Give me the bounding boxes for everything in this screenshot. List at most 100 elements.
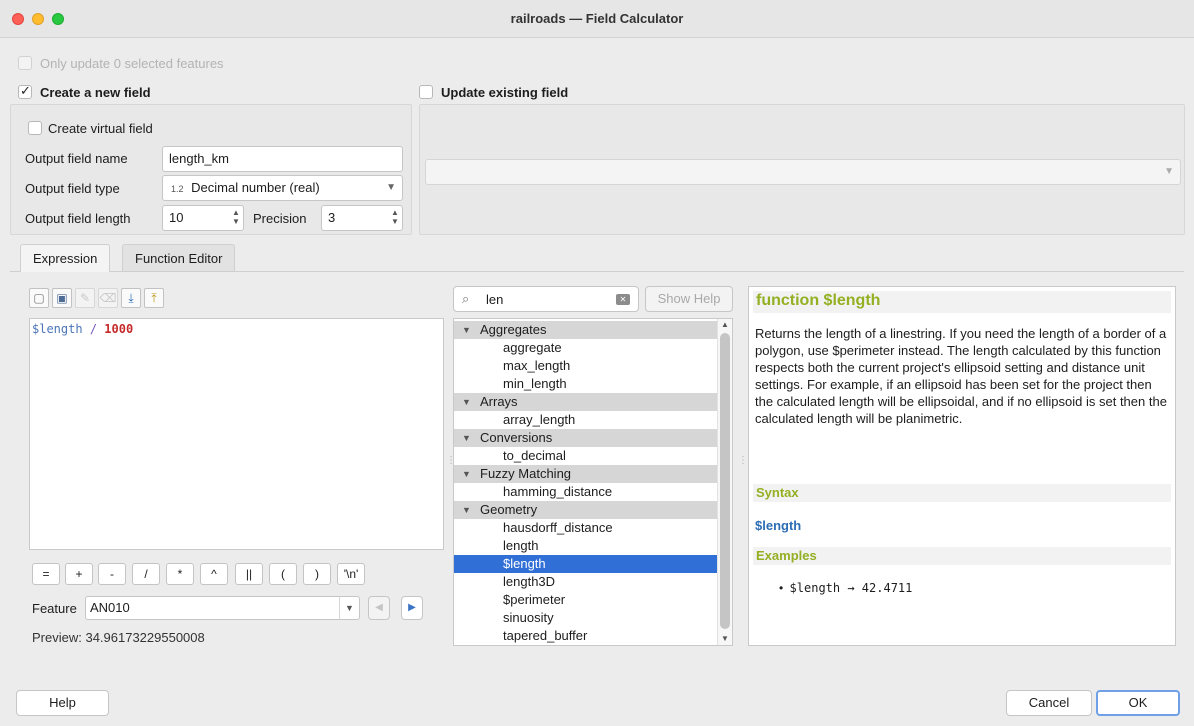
operator-equals-button[interactable]: = [32, 563, 60, 585]
title-bar: railroads — Field Calculator [0, 0, 1194, 38]
expand-arrow-icon[interactable]: ▼ [462, 393, 471, 411]
output-field-name-input[interactable]: length_km [162, 146, 403, 172]
tree-scrollbar[interactable]: ▲ ▼ [717, 319, 732, 645]
expand-arrow-icon[interactable]: ▼ [462, 321, 471, 339]
bullet-icon: • [779, 581, 784, 595]
operator-multiply-button[interactable]: * [166, 563, 194, 585]
output-field-type-label: Output field type [25, 181, 120, 196]
output-field-type-combo[interactable]: 1.2 Decimal number (real) ▼ [162, 175, 403, 201]
syntax-text: $length [755, 518, 802, 533]
tree-row-label: array_length [503, 412, 576, 427]
function-tree[interactable]: ▼ Aggregates aggregate max_length min_length… [453, 318, 733, 646]
operator-power-button[interactable]: ^ [200, 563, 228, 585]
precision-label: Precision [253, 211, 307, 226]
update-existing-field-checkbox[interactable] [419, 85, 433, 99]
tree-function-row[interactable]: length [454, 537, 718, 555]
tab-expression[interactable]: Expression [20, 244, 111, 272]
existing-field-combo[interactable]: ▼ [425, 159, 1181, 185]
operator-divide-button[interactable]: / [132, 563, 160, 585]
expression-variable: $length [32, 322, 83, 336]
chevron-down-icon[interactable]: ▼ [339, 597, 359, 619]
operator-close-paren-button[interactable]: ) [303, 563, 331, 585]
operator-concat-button[interactable]: || [235, 563, 263, 585]
delete-icon[interactable]: ⌫ [98, 288, 118, 308]
help-title: function $length [756, 292, 881, 309]
only-update-selected-checkbox[interactable] [18, 56, 32, 70]
create-virtual-field-checkbox[interactable] [28, 121, 42, 135]
previous-feature-button[interactable]: ◀ [368, 596, 390, 620]
spin-arrows-icon[interactable]: ▲ ▼ [389, 208, 401, 228]
tree-function-row[interactable]: min_length [454, 375, 718, 393]
syntax-header-bar: Syntax [753, 484, 1171, 502]
create-new-field-checkbox[interactable] [18, 83, 32, 99]
output-field-name-label: Output field name [25, 151, 128, 166]
cancel-button[interactable]: Cancel [1006, 690, 1092, 716]
tree-function-row[interactable]: array_length [454, 411, 718, 429]
tree-group-row[interactable]: ▼ Arrays [454, 393, 718, 411]
feature-combo[interactable]: AN010 ▼ [85, 596, 360, 620]
tree-row-label: Aggregates [480, 322, 547, 337]
tree-function-row[interactable]: length3D [454, 573, 718, 591]
field-calculator-window: railroads — Field Calculator Only update… [0, 0, 1194, 726]
expression-operator: / [89, 322, 98, 336]
tree-function-row[interactable]: $length [454, 555, 718, 573]
tree-row-label: Geometry [480, 502, 538, 517]
ok-button[interactable]: OK [1096, 690, 1180, 716]
show-help-button[interactable]: Show Help [645, 286, 733, 312]
tree-row-label: Conversions [480, 430, 553, 445]
tree-function-row[interactable]: hausdorff_distance [454, 519, 718, 537]
clear-search-icon[interactable]: ✕ [616, 294, 630, 305]
tree-group-row[interactable]: ▼ Conversions [454, 429, 718, 447]
save-icon[interactable]: ▣ [52, 288, 72, 308]
expand-arrow-icon[interactable]: ▼ [462, 501, 471, 519]
tree-row-label: min_length [503, 376, 567, 391]
tree-row-label: Arrays [480, 394, 518, 409]
tree-function-row[interactable]: tapered_buffer [454, 627, 718, 645]
tree-function-row[interactable]: aggregate [454, 339, 718, 357]
examples-header-bar: Examples [753, 547, 1171, 565]
tree-row-label: Fuzzy Matching [480, 466, 572, 481]
next-feature-button[interactable]: ▶ [401, 596, 423, 620]
tree-function-row[interactable]: $perimeter [454, 591, 718, 609]
operator-plus-button[interactable]: + [65, 563, 93, 585]
import-icon[interactable]: ⤓ [121, 288, 141, 308]
spin-arrows-icon[interactable]: ▲ ▼ [230, 208, 242, 228]
new-file-icon[interactable]: ▢ [29, 288, 49, 308]
splitter-handle[interactable]: ⋮ [738, 455, 748, 466]
expand-arrow-icon[interactable]: ▼ [462, 465, 471, 483]
output-field-length-label: Output field length [25, 211, 131, 226]
tree-row-label: tapered_buffer [503, 628, 588, 643]
scroll-down-icon[interactable]: ▼ [721, 634, 729, 643]
chevron-down-icon: ▼ [386, 182, 396, 193]
scrollbar-thumb[interactable] [720, 333, 730, 629]
output-field-length-spinbox[interactable]: 10 ▲ ▼ [162, 205, 244, 231]
operator-newline-button[interactable]: '\n' [337, 563, 365, 585]
tree-row-label: to_decimal [503, 448, 566, 463]
precision-value: 3 [328, 210, 336, 225]
edit-icon[interactable]: ✎ [75, 288, 95, 308]
tab-function-editor[interactable]: Function Editor [122, 244, 236, 272]
tree-row-label: aggregate [503, 340, 562, 355]
tree-function-row[interactable]: sinuosity [454, 609, 718, 627]
example-text: $length → 42.4711 [789, 581, 913, 595]
preview-text: Preview: 34.96173229550008 [32, 630, 205, 645]
tree-row-label: sinuosity [503, 610, 554, 625]
help-button[interactable]: Help [16, 690, 109, 716]
tree-function-row[interactable]: to_decimal [454, 447, 718, 465]
operator-minus-button[interactable]: - [98, 563, 126, 585]
scroll-up-icon[interactable]: ▲ [721, 320, 729, 329]
tree-group-row[interactable]: ▼ Aggregates [454, 321, 718, 339]
help-title-bar: function $length [753, 291, 1171, 313]
expand-arrow-icon[interactable]: ▼ [462, 429, 471, 447]
tree-group-row[interactable]: ▼ Geometry [454, 501, 718, 519]
operator-open-paren-button[interactable]: ( [269, 563, 297, 585]
precision-spinbox[interactable]: 3 ▲ ▼ [321, 205, 403, 231]
function-search-input[interactable]: ⌕ len ✕ [453, 286, 639, 312]
export-icon[interactable]: ⤒ [144, 288, 164, 308]
expression-editor[interactable]: $length / 1000 [29, 318, 444, 550]
tree-function-row[interactable]: hamming_distance [454, 483, 718, 501]
search-value: len [486, 292, 504, 307]
tree-group-row[interactable]: ▼ Fuzzy Matching [454, 465, 718, 483]
tree-row-label: length3D [503, 574, 556, 589]
tree-function-row[interactable]: max_length [454, 357, 718, 375]
